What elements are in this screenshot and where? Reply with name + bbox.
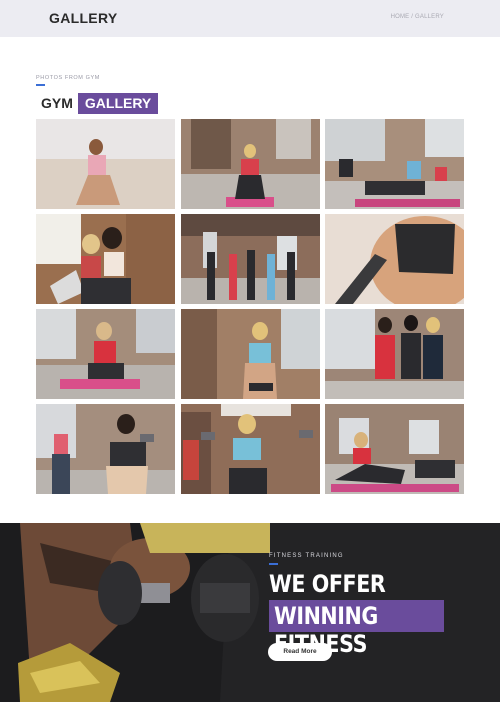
page-header: GALLERY HOME / GALLERY	[0, 0, 500, 37]
photo-grid	[36, 119, 464, 494]
breadcrumb-current: GALLERY	[415, 14, 444, 20]
breadcrumb-home-link[interactable]: HOME	[391, 14, 410, 20]
promo-banner: FITNESS TRAINING WE OFFER AWARD WINNING …	[0, 523, 500, 702]
gallery-heading-plain: GYM	[41, 95, 73, 111]
gallery-photo[interactable]	[36, 404, 175, 494]
gallery-photo[interactable]	[325, 309, 464, 399]
breadcrumb-separator: /	[411, 14, 414, 20]
banner-kicker: FITNESS TRAINING	[269, 553, 344, 559]
banner-kicker-underline	[269, 563, 278, 565]
kicker-underline	[36, 84, 45, 86]
gallery-photo[interactable]	[180, 214, 320, 304]
gallery-photo[interactable]	[325, 404, 464, 494]
page-title: GALLERY	[49, 10, 118, 26]
gallery-kicker: PHOTOS FROM GYM	[36, 75, 100, 81]
read-more-button[interactable]: Read More	[268, 643, 332, 661]
gallery-photo[interactable]	[325, 119, 464, 209]
breadcrumb: HOME / GALLERY	[391, 14, 444, 20]
gallery-photo[interactable]	[36, 309, 175, 399]
gallery-photo[interactable]	[36, 119, 175, 209]
gallery-heading: GYM GALLERY	[36, 93, 159, 114]
gallery-photo[interactable]	[180, 404, 320, 494]
gallery-heading-highlight: GALLERY	[77, 93, 159, 114]
gallery-photo[interactable]	[36, 214, 175, 304]
gallery-photo[interactable]	[325, 214, 464, 304]
gallery-photo[interactable]	[180, 309, 320, 399]
gallery-photo[interactable]	[180, 119, 320, 209]
